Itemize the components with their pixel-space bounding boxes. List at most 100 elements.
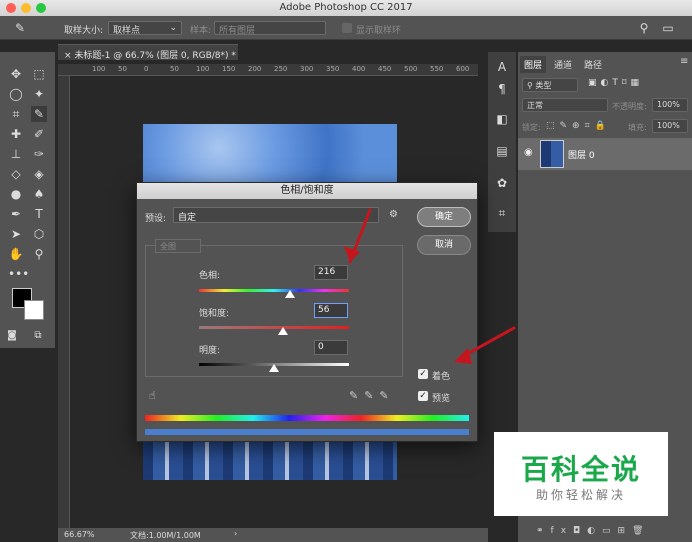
annotation-arrows — [344, 208, 516, 364]
screen-mode-icon[interactable]: ⧉ — [30, 328, 46, 344]
lasso-tool-icon[interactable]: ◯ — [8, 86, 24, 102]
canvas-image-top[interactable] — [143, 124, 397, 184]
ruler-tick: 100 — [92, 65, 106, 73]
sample-value: 所有图层 — [219, 26, 256, 36]
layer-row[interactable]: ◉ 图层 0 — [518, 138, 692, 170]
character-panel-icon[interactable]: A — [494, 60, 510, 76]
shape-tool-icon[interactable]: ⬡ — [31, 226, 47, 242]
hand-tool-icon[interactable]: ✋ — [8, 246, 24, 262]
channel-value: 全图 — [160, 242, 176, 251]
show-ring-checkbox[interactable] — [342, 23, 352, 33]
blur-tool-icon[interactable]: ● — [8, 186, 24, 202]
arrow-head-hue — [344, 246, 360, 262]
workspace-icon[interactable]: ▭ — [660, 20, 676, 36]
dialog-title: 色相/饱和度 — [137, 183, 477, 199]
dodge-tool-icon[interactable]: ♠ — [31, 186, 47, 202]
search-icon[interactable]: ⚲ — [636, 20, 652, 36]
sample-size-label: 取样大小: — [64, 26, 104, 36]
canvas-image-bottom[interactable] — [143, 442, 397, 480]
zoom-tool-icon[interactable]: ⚲ — [31, 246, 47, 262]
hue-label: 色相: — [199, 271, 221, 281]
lock-icons[interactable]: ⬚✎⊕⌗🔒 — [546, 121, 611, 131]
paint-bucket-icon[interactable]: ◈ — [31, 166, 47, 182]
stamp-tool-icon[interactable]: ⊥ — [8, 146, 24, 162]
window-title: Adobe Photoshop CC 2017 — [279, 2, 413, 13]
watermark-title: 百科全说 — [520, 453, 641, 486]
type-tool-icon[interactable]: T — [31, 206, 47, 222]
ruler-tick: 550 — [430, 65, 444, 73]
chevron-down-icon: ⌄ — [169, 23, 177, 33]
layer-filter-value: 类型 — [535, 81, 552, 90]
layer-filter-icons[interactable]: ▣◐T⌑▦ — [588, 78, 643, 88]
layers-stack-icon[interactable]: ◧ — [494, 112, 510, 128]
ruler-tick: 250 — [274, 65, 288, 73]
doc-size-info[interactable]: 文档:1.00M/1.00M — [130, 530, 201, 541]
magic-wand-tool-icon[interactable]: ✦ — [31, 86, 47, 102]
ruler-tick: 200 — [248, 65, 262, 73]
ruler-tick: 500 — [404, 65, 418, 73]
saturation-label: 饱和度: — [199, 309, 230, 319]
brush-tool-icon[interactable]: ✐ — [31, 126, 47, 142]
layer-thumbnail — [540, 140, 564, 168]
marquee-tool-icon[interactable]: ⬚ — [31, 66, 47, 82]
eyedropper-tool-preset-icon[interactable]: ✎ — [12, 20, 28, 36]
lightness-slider-thumb[interactable] — [269, 364, 279, 372]
ruler-tick: 300 — [300, 65, 314, 73]
blend-mode-value: 正常 — [527, 101, 543, 110]
lightness-label: 明度: — [199, 346, 221, 356]
hue-slider-thumb[interactable] — [285, 290, 295, 298]
eyedropper-icons[interactable]: ✎✎✎ — [349, 389, 395, 402]
tools-panel: ✥ ⬚ ◯ ✦ ⌗ ✎ ✚ ✐ ⊥ ✑ ◇ ◈ ● ♠ ✒ T ➤ ⬡ ✋ ⚲ … — [0, 52, 55, 348]
sample-size-select[interactable]: 取样点 ⌄ — [108, 21, 182, 36]
channel-select[interactable]: 全图 — [155, 239, 201, 253]
ruler-tick: 600 — [456, 65, 470, 73]
blend-mode-select[interactable]: 正常 — [522, 98, 608, 112]
preset-label: 预设: — [145, 214, 167, 224]
ruler-tick: 0 — [144, 65, 149, 73]
opacity-value: 100% — [657, 100, 680, 109]
document-tab[interactable]: × 未标题-1 @ 66.7% (图层 0, RGB/8*) * — [58, 44, 238, 61]
fill-input[interactable]: 100% — [652, 119, 688, 133]
layer-actions-icons[interactable]: ⚭fx◘◐▭⊞🗑 — [536, 526, 650, 536]
close-tab-icon[interactable]: × — [64, 51, 74, 61]
opacity-input[interactable]: 100% — [652, 98, 688, 112]
panel-menu-icon[interactable]: ≡ — [680, 56, 688, 67]
fill-value: 100% — [657, 121, 680, 130]
watermark-logo: 百科全说 助你轻松解决 — [494, 432, 668, 516]
more-tools-icon[interactable]: ••• — [8, 266, 29, 282]
paragraph-panel-icon[interactable]: ¶ — [494, 82, 510, 98]
eyedropper-tool-icon[interactable]: ✎ — [31, 106, 47, 122]
vertical-ruler — [58, 76, 70, 528]
healing-brush-icon[interactable]: ✚ — [8, 126, 24, 142]
path-selection-icon[interactable]: ➤ — [8, 226, 24, 242]
swatches-panel-icon[interactable]: ✿ — [494, 176, 510, 192]
hand-adjust-icon[interactable]: ☝ — [149, 389, 156, 402]
opacity-label: 不透明度: — [612, 102, 647, 111]
layer-name[interactable]: 图层 0 — [568, 148, 595, 161]
quick-mask-icon[interactable]: ◙ — [4, 328, 20, 344]
channels-panel-icon[interactable]: ▤ — [494, 144, 510, 160]
crop-tool-icon[interactable]: ⌗ — [8, 106, 24, 122]
eraser-tool-icon[interactable]: ◇ — [8, 166, 24, 182]
pen-tool-icon[interactable]: ✒ — [8, 206, 24, 222]
tab-channels[interactable]: 通道 — [550, 56, 576, 73]
history-brush-icon[interactable]: ✑ — [31, 146, 47, 162]
lock-label: 锁定: — [522, 123, 541, 132]
title-bar: Adobe Photoshop CC 2017 — [0, 0, 692, 16]
sample-select[interactable]: 所有图层 — [214, 21, 326, 36]
layer-filter-select[interactable]: ⚲ 类型 — [522, 78, 578, 92]
background-color-swatch[interactable] — [24, 300, 44, 320]
tab-paths[interactable]: 路径 — [580, 56, 606, 73]
document-tab-title: 未标题-1 @ 66.7% (图层 0, RGB/8*) * — [74, 51, 236, 61]
ruler-tick: 50 — [118, 65, 127, 73]
chevron-right-icon[interactable]: › — [234, 529, 237, 538]
preview-checkbox[interactable]: ✓ — [418, 391, 428, 401]
sample-size-value: 取样点 — [113, 26, 141, 36]
visibility-eye-icon[interactable]: ◉ — [524, 147, 533, 158]
arrow-head-colorize — [454, 348, 472, 364]
status-bar: 66.67% 文档:1.00M/1.00M › — [58, 528, 488, 542]
move-tool-icon[interactable]: ✥ — [8, 66, 24, 82]
zoom-level[interactable]: 66.67% — [64, 530, 95, 539]
tab-layers[interactable]: 图层 — [520, 56, 547, 73]
saturation-slider-thumb[interactable] — [278, 327, 288, 335]
